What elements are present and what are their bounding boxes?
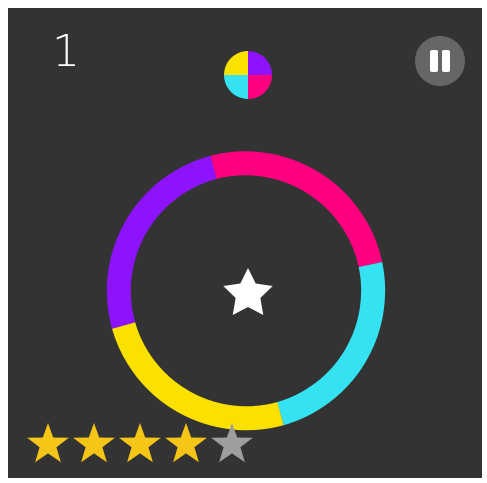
rating-star-2 [73,423,115,463]
rating-star-4 [165,423,207,463]
rating-star-5 [211,423,253,463]
ring-segment-cyan [276,262,386,426]
game-screen[interactable]: 1 [8,8,482,478]
star-icon [223,268,273,316]
rating-star-3 [119,423,161,463]
ring-segment-purple [106,155,217,329]
rating-star-1 [27,423,69,463]
ring-segment-pink [210,151,383,268]
rating [26,422,254,464]
ring-segment-yellow [112,321,284,431]
color-ring-obstacle [106,151,386,431]
